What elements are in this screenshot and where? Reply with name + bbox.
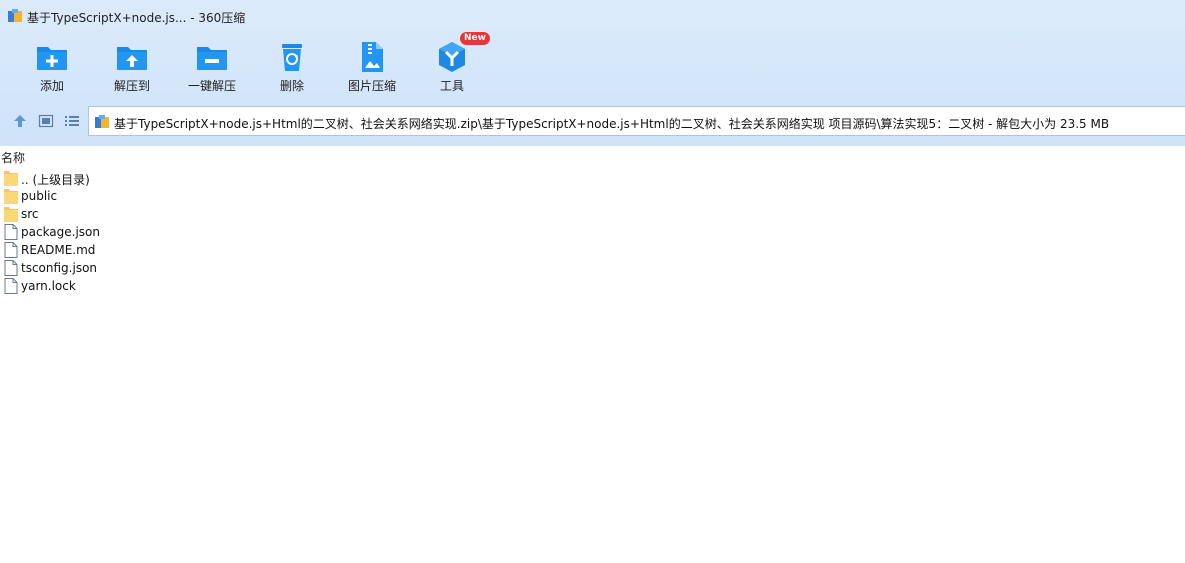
add-label: 添加 bbox=[39, 79, 64, 93]
list-item[interactable]: src bbox=[0, 205, 1185, 223]
file-list: .. (上级目录) public src package.json README… bbox=[0, 169, 1185, 295]
file-icon bbox=[4, 260, 18, 276]
image-compress-label: 图片压缩 bbox=[347, 79, 396, 93]
list-item[interactable]: package.json bbox=[0, 223, 1185, 241]
file-icon bbox=[4, 278, 18, 294]
title-bar: 基于TypeScriptX+node.js... - 360压缩 bbox=[0, 0, 1185, 32]
file-name: README.md bbox=[21, 243, 96, 257]
archive-icon bbox=[95, 115, 109, 128]
extract-folder-icon bbox=[117, 47, 147, 70]
app-logo-icon bbox=[8, 9, 22, 22]
add-button[interactable]: 添加 bbox=[12, 36, 92, 98]
folder-icon bbox=[4, 171, 18, 186]
header-area: 基于TypeScriptX+node.js... - 360压缩 添加 解压到 bbox=[0, 0, 1185, 146]
recycle-bin-icon bbox=[282, 44, 302, 71]
one-click-extract-button[interactable]: 一键解压 bbox=[172, 36, 252, 98]
image-compress-icon bbox=[362, 42, 383, 72]
extract-to-label: 解压到 bbox=[113, 79, 150, 93]
file-icon bbox=[4, 242, 18, 258]
delete-label: 删除 bbox=[279, 79, 304, 93]
list-item[interactable]: README.md bbox=[0, 241, 1185, 259]
extract-to-button[interactable]: 解压到 bbox=[92, 36, 172, 98]
list-item[interactable]: tsconfig.json bbox=[0, 259, 1185, 277]
file-name: package.json bbox=[21, 225, 101, 239]
tools-label: 工具 bbox=[439, 79, 464, 93]
file-name: yarn.lock bbox=[21, 279, 76, 293]
address-bar[interactable]: 基于TypeScriptX+node.js+Html的二叉树、社会关系网络实现.… bbox=[88, 106, 1185, 136]
file-name: tsconfig.json bbox=[21, 261, 98, 275]
toolbar: 添加 解压到 一键解压 删除 图片压缩 New 工具 bbox=[0, 32, 1185, 98]
list-item[interactable]: .. (上级目录) bbox=[0, 169, 1185, 187]
list-item[interactable]: public bbox=[0, 187, 1185, 205]
new-badge: New bbox=[460, 32, 490, 45]
folder-icon bbox=[4, 207, 18, 222]
one-click-extract-icon bbox=[197, 47, 227, 70]
image-compress-button[interactable]: 图片压缩 bbox=[332, 36, 412, 98]
file-icon bbox=[4, 224, 18, 240]
column-header-name[interactable]: 名称 bbox=[0, 146, 1185, 166]
folder-icon bbox=[4, 189, 18, 204]
list-item[interactable]: yarn.lock bbox=[0, 277, 1185, 295]
up-arrow-icon[interactable] bbox=[12, 113, 28, 129]
delete-button[interactable]: 删除 bbox=[252, 36, 332, 98]
thumbnail-view-icon[interactable] bbox=[38, 113, 54, 129]
list-view-icon[interactable] bbox=[64, 113, 80, 129]
one-click-extract-label: 一键解压 bbox=[187, 79, 236, 93]
navigation-bar: 基于TypeScriptX+node.js+Html的二叉树、社会关系网络实现.… bbox=[0, 106, 1185, 136]
window-title: 基于TypeScriptX+node.js... - 360压缩 bbox=[27, 11, 246, 25]
file-name: src bbox=[21, 207, 39, 221]
file-name: public bbox=[21, 189, 58, 203]
tools-cube-icon bbox=[439, 42, 465, 72]
add-folder-icon bbox=[37, 47, 67, 70]
file-name: .. (上级目录) bbox=[21, 173, 90, 187]
column-name-label: 名称 bbox=[1, 151, 26, 165]
archive-path: 基于TypeScriptX+node.js+Html的二叉树、社会关系网络实现.… bbox=[114, 117, 1110, 131]
tools-button[interactable]: New 工具 bbox=[412, 32, 492, 98]
